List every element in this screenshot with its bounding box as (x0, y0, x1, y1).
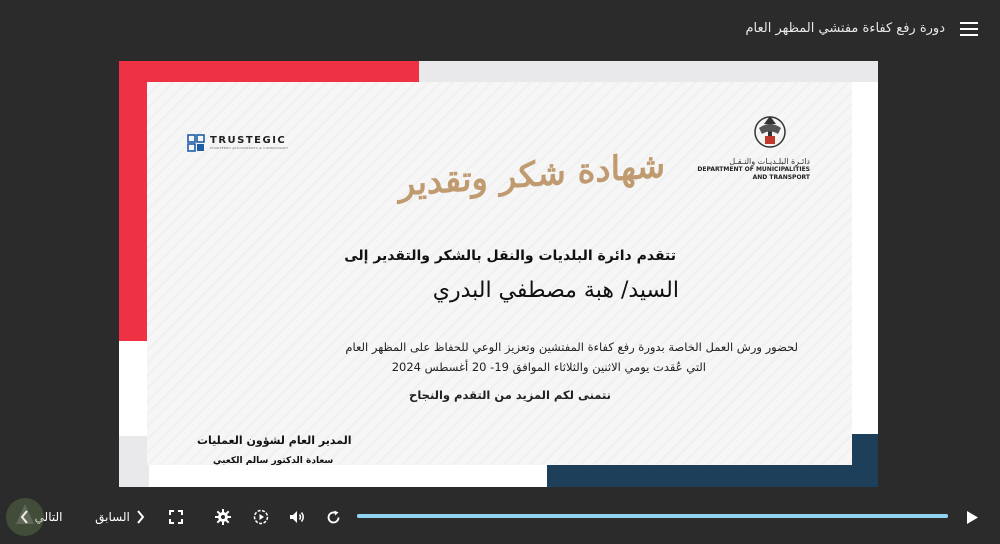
certificate-intro: تتقدم دائرة البلديات والنقل بالشكر والتق… (344, 248, 676, 264)
chevron-right-icon (137, 510, 145, 524)
player-controls: التالي السابق (0, 490, 1000, 544)
falcon-emblem-icon (754, 116, 786, 148)
fullscreen-button[interactable] (166, 507, 186, 527)
trustegic-mark-icon (187, 134, 205, 152)
progress-fill (357, 514, 948, 518)
certificate-body-line1: لحضور ورش العمل الخاصة بدورة رفع كفاءة ا… (345, 340, 798, 354)
settings-button[interactable] (213, 507, 233, 527)
trustegic-logo: TRUSTEGIC CHARTERED ACCOUNTANTS & CONSUL… (187, 134, 288, 152)
play-icon (966, 510, 978, 524)
volume-button[interactable] (287, 507, 307, 527)
certificate-wish: نتمنى لكم المزيد من التقدم والنجاح (409, 388, 611, 402)
recipient-name: السيد/ هبة مصطفي البدري (432, 278, 679, 303)
brand-subtitle: CHARTERED ACCOUNTANTS & CONSULTANCY (210, 146, 289, 150)
signatory-title: المدير العام لشؤون العمليات (197, 434, 352, 447)
decor-gray-corner (119, 436, 149, 487)
certificate-slide: دائـرة البلـديـات والنـقـل DEPARTMENT OF… (119, 61, 878, 487)
menu-icon[interactable] (960, 22, 978, 36)
certificate-title: شهادة شكر وتقدير (398, 145, 666, 205)
top-bar: دورة رفع كفاءة مفتشي المظهر العام (0, 0, 1000, 60)
certificate-paper: دائـرة البلـديـات والنـقـل DEPARTMENT OF… (147, 82, 852, 466)
previous-button[interactable]: السابق (95, 507, 145, 527)
replay-button[interactable] (323, 507, 343, 527)
certificate-body-line2: التي عُقدت يومي الاثنين والثلاثاء المواف… (391, 360, 706, 374)
progress-bar[interactable] (357, 514, 948, 518)
signatory-name: سعادة الدكتور سالم الكعبي (213, 456, 334, 466)
speed-icon (253, 509, 269, 525)
course-title: دورة رفع كفاءة مفتشي المظهر العام (745, 21, 945, 36)
previous-label: السابق (95, 510, 130, 524)
decor-gray-band (419, 61, 878, 82)
decor-red-band (119, 61, 419, 82)
fullscreen-icon (169, 510, 183, 524)
playback-speed-button[interactable] (251, 507, 271, 527)
decor-blue-band (547, 462, 878, 487)
volume-icon (289, 511, 304, 523)
play-button[interactable] (962, 507, 982, 527)
brand-name: TRUSTEGIC (210, 135, 287, 146)
watermark-emblem-icon (6, 498, 44, 536)
replay-icon (327, 510, 339, 523)
gear-icon (215, 509, 231, 525)
decor-red-bar (119, 61, 147, 341)
